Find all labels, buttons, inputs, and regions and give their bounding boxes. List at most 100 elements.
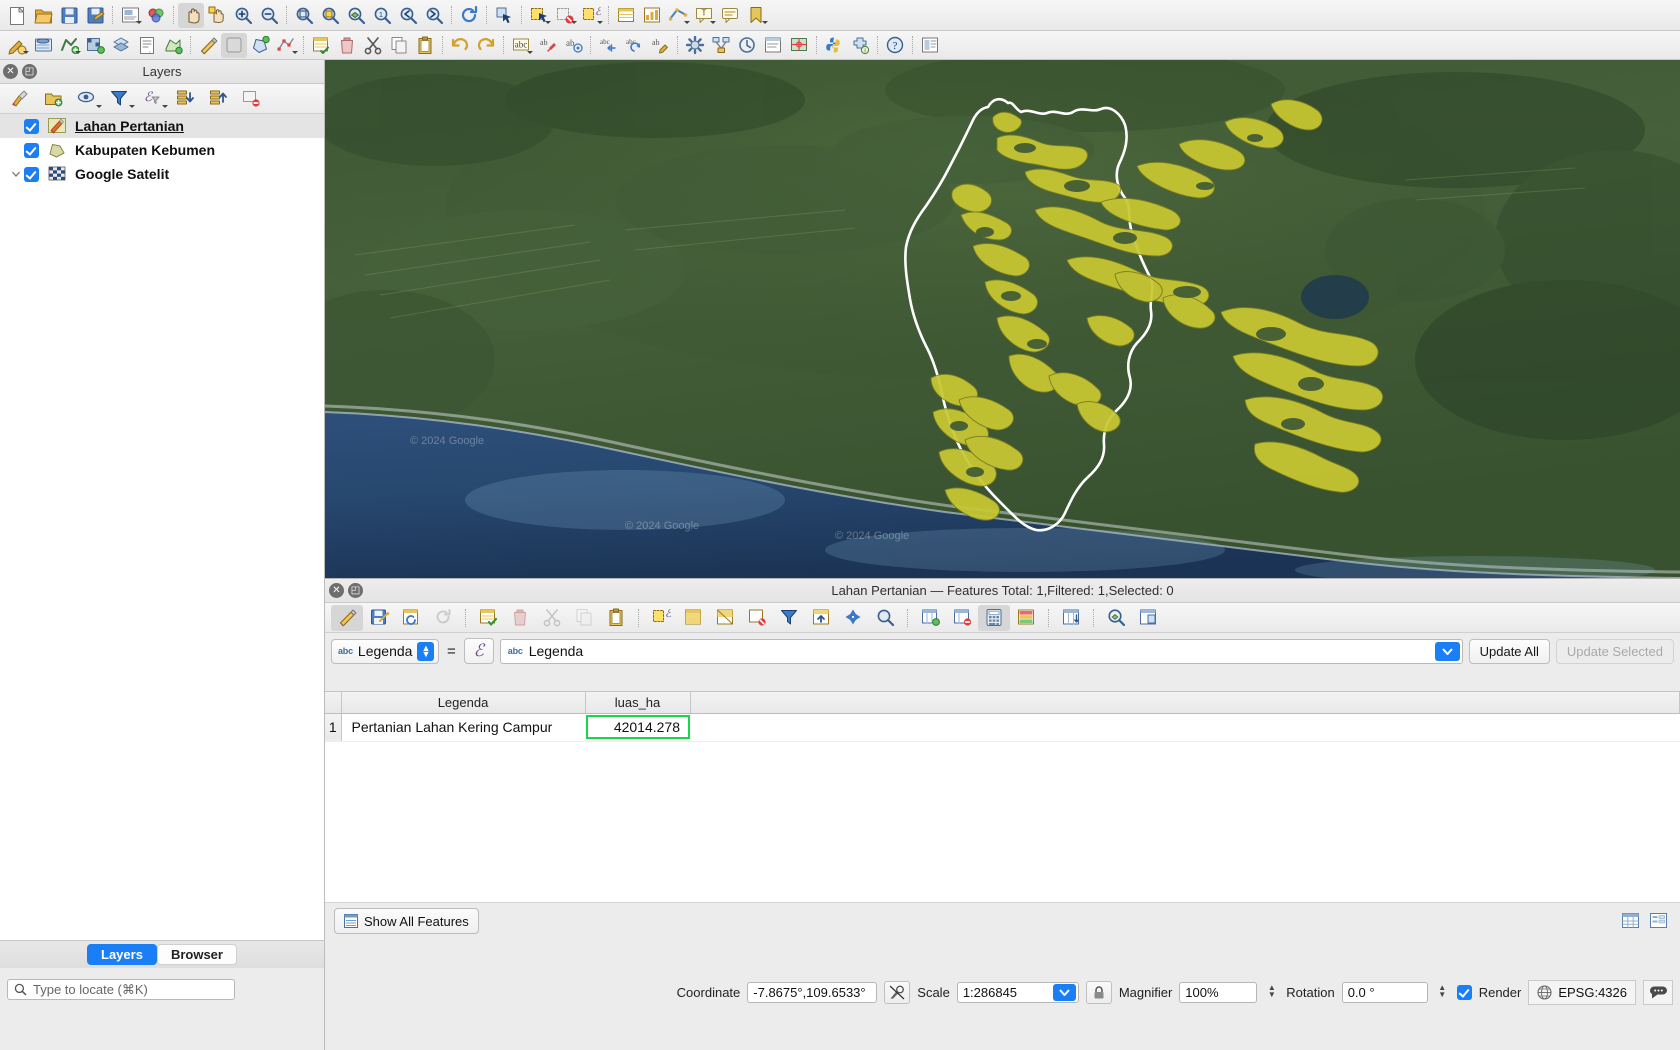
chevron-down-icon[interactable] xyxy=(762,20,768,24)
close-icon[interactable]: ✕ xyxy=(329,583,344,598)
zoom-native-button[interactable]: 1 xyxy=(369,3,395,28)
render-checkbox[interactable] xyxy=(1456,984,1472,1000)
expand-all-button[interactable] xyxy=(169,86,202,112)
undo-button[interactable] xyxy=(447,33,473,58)
target-field-combo[interactable]: abc Legenda ▲ ▼ xyxy=(331,638,439,664)
magnifier-stepper[interactable]: ▲ ▼ xyxy=(1264,982,1279,1003)
select-features-button[interactable] xyxy=(526,3,552,28)
chevron-down-icon[interactable] xyxy=(162,104,168,108)
layer-tree-item[interactable]: Google Satelit xyxy=(0,162,324,186)
table-view-button[interactable] xyxy=(1618,909,1642,931)
rotation-stepper[interactable]: ▲ ▼ xyxy=(1435,982,1450,1003)
help-contents-button[interactable]: ? xyxy=(882,33,908,58)
plugin-manager-button[interactable]: i xyxy=(847,33,873,58)
pin-labels-button[interactable]: ab xyxy=(534,33,560,58)
layer-visibility-checkbox[interactable] xyxy=(24,142,39,158)
zoom-full-button[interactable] xyxy=(291,3,317,28)
measure-line-button[interactable] xyxy=(665,3,691,28)
chevron-down-icon[interactable] xyxy=(527,50,533,54)
layer-expander[interactable] xyxy=(8,169,24,179)
toggle-extents-button[interactable] xyxy=(884,980,911,1004)
paste-features-button[interactable] xyxy=(412,33,438,58)
column-header-legenda[interactable]: Legenda xyxy=(341,692,586,714)
label-toolbar-button[interactable]: abc xyxy=(508,33,534,58)
table-cell-legenda[interactable]: Pertanian Lahan Kering Campur xyxy=(341,713,585,742)
map-tips-button[interactable] xyxy=(717,3,743,28)
add-polygon-feature-button[interactable] xyxy=(247,33,273,58)
save-project-as-button[interactable] xyxy=(82,3,108,28)
close-icon[interactable]: ✕ xyxy=(3,64,18,79)
row-number[interactable]: 1 xyxy=(325,713,342,742)
chevron-down-icon[interactable] xyxy=(571,20,577,24)
reload-table-button[interactable] xyxy=(395,605,427,631)
add-vector-layer-button[interactable] xyxy=(56,33,82,58)
python-console-button[interactable] xyxy=(821,33,847,58)
new-print-layout-button[interactable] xyxy=(117,3,143,28)
new-shapefile-button[interactable] xyxy=(160,33,186,58)
zoom-to-selected-button[interactable] xyxy=(869,605,901,631)
delete-field-button[interactable] xyxy=(946,605,978,631)
delete-selected-button[interactable] xyxy=(334,33,360,58)
layer-tree-item[interactable]: Kabupaten Kebumen xyxy=(0,138,324,162)
zoom-in-button[interactable] xyxy=(230,3,256,28)
undock-icon[interactable]: ◰ xyxy=(348,583,363,598)
add-delimited-text-button[interactable]: , xyxy=(134,33,160,58)
vertex-tool-button[interactable] xyxy=(273,33,299,58)
statistical-summary-button[interactable] xyxy=(639,3,665,28)
add-mesh-layer-button[interactable] xyxy=(108,33,134,58)
deselect-all-button[interactable] xyxy=(741,605,773,631)
save-edits-button[interactable] xyxy=(363,605,395,631)
table-row[interactable]: 1 Pertanian Lahan Kering Campur 42014.278 xyxy=(325,713,1680,742)
copy-features-button[interactable] xyxy=(386,33,412,58)
chevron-down-icon[interactable] xyxy=(1434,641,1460,661)
history-button[interactable] xyxy=(734,33,760,58)
chevron-down-icon[interactable] xyxy=(597,20,603,24)
toggle-editing-button[interactable] xyxy=(331,604,363,631)
magnifier-input[interactable]: 100% xyxy=(1179,981,1258,1003)
processing-toolbox-button[interactable] xyxy=(682,33,708,58)
save-layer-edits-button[interactable] xyxy=(221,32,247,58)
chevron-down-icon[interactable] xyxy=(545,20,551,24)
show-all-features-button[interactable]: Show All Features xyxy=(334,908,479,934)
map-canvas[interactable]: © 2024 Google © 2024 Google © 2024 Googl… xyxy=(325,60,1680,578)
layout-manager-button[interactable] xyxy=(917,33,943,58)
rotation-input[interactable]: 0.0 ° xyxy=(1341,981,1428,1003)
select-by-expression-button[interactable]: ℰ xyxy=(578,3,604,28)
pan-to-selected-button[interactable] xyxy=(837,605,869,631)
redo-button[interactable] xyxy=(473,33,499,58)
undock-icon[interactable]: ◰ xyxy=(22,64,37,79)
dock-undock-button[interactable] xyxy=(1132,605,1164,631)
chevron-down-icon[interactable] xyxy=(710,20,716,24)
organize-columns-button[interactable] xyxy=(1055,605,1087,631)
layer-tree-item[interactable]: Lahan Pertanian xyxy=(0,114,324,138)
move-selection-to-top-button[interactable] xyxy=(805,605,837,631)
filter-select-button[interactable] xyxy=(773,605,805,631)
update-all-button[interactable]: Update All xyxy=(1468,638,1550,664)
filter-legend-expression-button[interactable]: ℰ xyxy=(136,86,169,112)
georeferencer-button[interactable] xyxy=(786,33,812,58)
collapse-all-button[interactable] xyxy=(202,86,235,112)
add-raster-layer-button[interactable] xyxy=(82,33,108,58)
zoom-last-button[interactable] xyxy=(395,3,421,28)
conditional-formatting-button[interactable] xyxy=(1010,605,1042,631)
select-by-expression-button[interactable]: ℰ xyxy=(645,605,677,631)
layer-visibility-checkbox[interactable] xyxy=(24,166,39,182)
deselect-features-button[interactable] xyxy=(552,3,578,28)
zoom-next-button[interactable] xyxy=(421,3,447,28)
expression-input[interactable]: abc Legenda xyxy=(499,638,1463,664)
text-annotation-button[interactable]: T xyxy=(691,3,717,28)
messages-button[interactable] xyxy=(1643,979,1673,1005)
scale-combo[interactable]: 1:286845 xyxy=(956,981,1079,1003)
attribute-table-grid[interactable]: Legenda luas_ha 1 Pertanian Lahan Kering C… xyxy=(325,691,1680,903)
chevron-down-icon[interactable] xyxy=(1052,983,1076,1001)
coordinate-input[interactable]: -7.8675°,109.6533° xyxy=(747,981,878,1003)
bookmarks-button[interactable] xyxy=(743,3,769,28)
chevron-updown-icon[interactable]: ▲ ▼ xyxy=(417,641,435,661)
refresh-button[interactable] xyxy=(456,3,482,28)
chevron-down-icon[interactable] xyxy=(292,50,298,54)
invert-selection-button[interactable] xyxy=(709,605,741,631)
scale-lock-button[interactable] xyxy=(1085,980,1112,1004)
new-field-button[interactable] xyxy=(914,605,946,631)
chevron-down-icon[interactable] xyxy=(136,20,142,24)
change-label-button[interactable]: ab xyxy=(647,33,673,58)
